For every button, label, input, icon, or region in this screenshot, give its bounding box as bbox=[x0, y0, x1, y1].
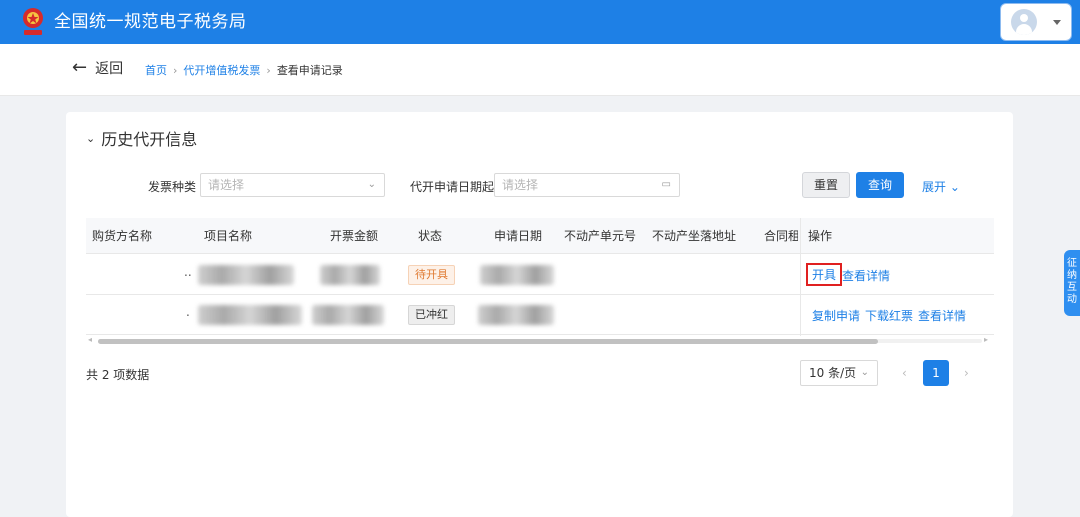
buyer-name-cell: . bbox=[186, 305, 190, 319]
apply-date-label: 代开申请日期起 bbox=[410, 180, 495, 194]
reset-button[interactable]: 重置 bbox=[802, 172, 850, 198]
side-tab-char: 纳 bbox=[1067, 270, 1077, 281]
copy-application-link[interactable]: 复制申请 bbox=[812, 307, 860, 324]
scroll-thumb[interactable] bbox=[98, 339, 878, 344]
redacted-item-name bbox=[198, 265, 294, 285]
page-size-select[interactable]: 10 条/页 ⌄ bbox=[800, 360, 878, 386]
taxpayer-interaction-tab[interactable]: 征 纳 互 动 bbox=[1064, 250, 1080, 316]
breadcrumb: 首页 › 代开增值税发票 › 查看申请记录 bbox=[145, 62, 343, 78]
expand-button[interactable]: 展开 ⌄ bbox=[922, 178, 960, 195]
breadcrumb-vat-invoice[interactable]: 代开增值税发票 bbox=[183, 62, 260, 78]
download-red-invoice-link[interactable]: 下载红票 bbox=[865, 307, 913, 324]
invoice-type-placeholder: 请选择 bbox=[208, 178, 245, 192]
chevron-down-icon: ⌄ bbox=[367, 179, 376, 190]
column-header: 状态 bbox=[418, 229, 443, 243]
view-details-link[interactable]: 查看详情 bbox=[918, 307, 966, 324]
app-title: 全国统一规范电子税务局 bbox=[54, 12, 247, 32]
page-number-current[interactable]: 1 bbox=[923, 360, 949, 386]
status-badge: 待开具 bbox=[408, 265, 455, 285]
tax-emblem-icon bbox=[23, 8, 43, 35]
buyer-name-cell: .. bbox=[184, 265, 192, 279]
breadcrumb-current: 查看申请记录 bbox=[276, 64, 343, 77]
redacted-amount bbox=[312, 305, 384, 325]
redacted-item-name bbox=[198, 305, 302, 325]
side-tab-char: 互 bbox=[1067, 282, 1077, 293]
page-size-value: 10 条/页 bbox=[809, 366, 857, 380]
top-bar: 全国统一规范电子税务局 bbox=[0, 0, 1080, 44]
scroll-right-icon[interactable]: ▸ bbox=[984, 335, 988, 344]
column-header: 开票金额 bbox=[330, 229, 379, 243]
invoice-type-select[interactable]: 请选择 ⌄ bbox=[200, 173, 385, 197]
column-header: 不动产坐落地址 bbox=[652, 229, 737, 243]
view-details-link[interactable]: 查看详情 bbox=[842, 267, 890, 284]
table-header: 购货方名称 项目名称 开票金额 状态 申请日期 不动产单元号 不动产坐落地址 合… bbox=[86, 218, 994, 254]
column-header: 申请日期 bbox=[494, 229, 543, 243]
next-page-icon[interactable]: › bbox=[964, 366, 969, 380]
status-badge: 已冲红 bbox=[408, 305, 455, 325]
issue-button[interactable]: 开具 bbox=[806, 263, 843, 286]
redacted-date bbox=[478, 305, 554, 325]
apply-date-picker[interactable]: 请选择 ▭ bbox=[494, 173, 680, 197]
fixed-column-divider bbox=[800, 218, 801, 336]
expand-label: 展开 bbox=[922, 180, 947, 194]
section-header[interactable]: ⌄ 历史代开信息 bbox=[86, 126, 197, 150]
scroll-left-icon[interactable]: ◂ bbox=[88, 335, 92, 344]
invoice-type-label: 发票种类 bbox=[148, 180, 197, 194]
user-menu-button[interactable] bbox=[1000, 3, 1072, 41]
chevron-down-icon: ⌄ bbox=[86, 131, 96, 145]
sub-header: ← 返回 首页 › 代开增值税发票 › 查看申请记录 bbox=[0, 44, 1080, 96]
breadcrumb-home[interactable]: 首页 bbox=[145, 62, 167, 78]
query-button[interactable]: 查询 bbox=[856, 172, 904, 198]
history-card: ⌄ 历史代开信息 发票种类 请选择 ⌄ 代开申请日期起 请选择 ▭ 重置 查询 … bbox=[66, 112, 1013, 517]
redacted-amount bbox=[320, 265, 380, 285]
user-avatar-icon bbox=[1011, 9, 1037, 35]
total-count: 共 2 项数据 bbox=[86, 368, 150, 382]
column-header: 项目名称 bbox=[204, 229, 253, 243]
back-button[interactable]: ← 返回 bbox=[72, 58, 123, 78]
caret-down-icon bbox=[1053, 19, 1061, 25]
chevron-down-icon: ⌄ bbox=[860, 367, 869, 378]
horizontal-scrollbar[interactable]: ◂ ▸ bbox=[86, 335, 994, 346]
redacted-date bbox=[480, 265, 554, 285]
side-tab-char: 动 bbox=[1067, 294, 1077, 305]
chevron-down-icon: ⌄ bbox=[949, 180, 960, 194]
apply-date-placeholder: 请选择 bbox=[502, 178, 539, 192]
column-header: 购货方名称 bbox=[92, 229, 153, 243]
column-header: 操作 bbox=[808, 229, 833, 243]
prev-page-icon[interactable]: ‹ bbox=[902, 366, 907, 380]
chevron-right-icon: › bbox=[173, 63, 178, 77]
column-header: 合同租赁 bbox=[764, 229, 798, 243]
table-row: .. 待开具 开具 查看详情 bbox=[86, 255, 994, 295]
table-row: . 已冲红 复制申请 下载红票 查看详情 bbox=[86, 295, 994, 335]
column-header: 不动产单元号 bbox=[564, 229, 637, 243]
section-title: 历史代开信息 bbox=[101, 130, 198, 149]
calendar-icon: ▭ bbox=[661, 179, 671, 190]
chevron-right-icon: › bbox=[266, 63, 271, 77]
back-label: 返回 bbox=[95, 61, 124, 77]
side-tab-char: 征 bbox=[1067, 258, 1077, 269]
arrow-left-icon: ← bbox=[72, 57, 88, 78]
